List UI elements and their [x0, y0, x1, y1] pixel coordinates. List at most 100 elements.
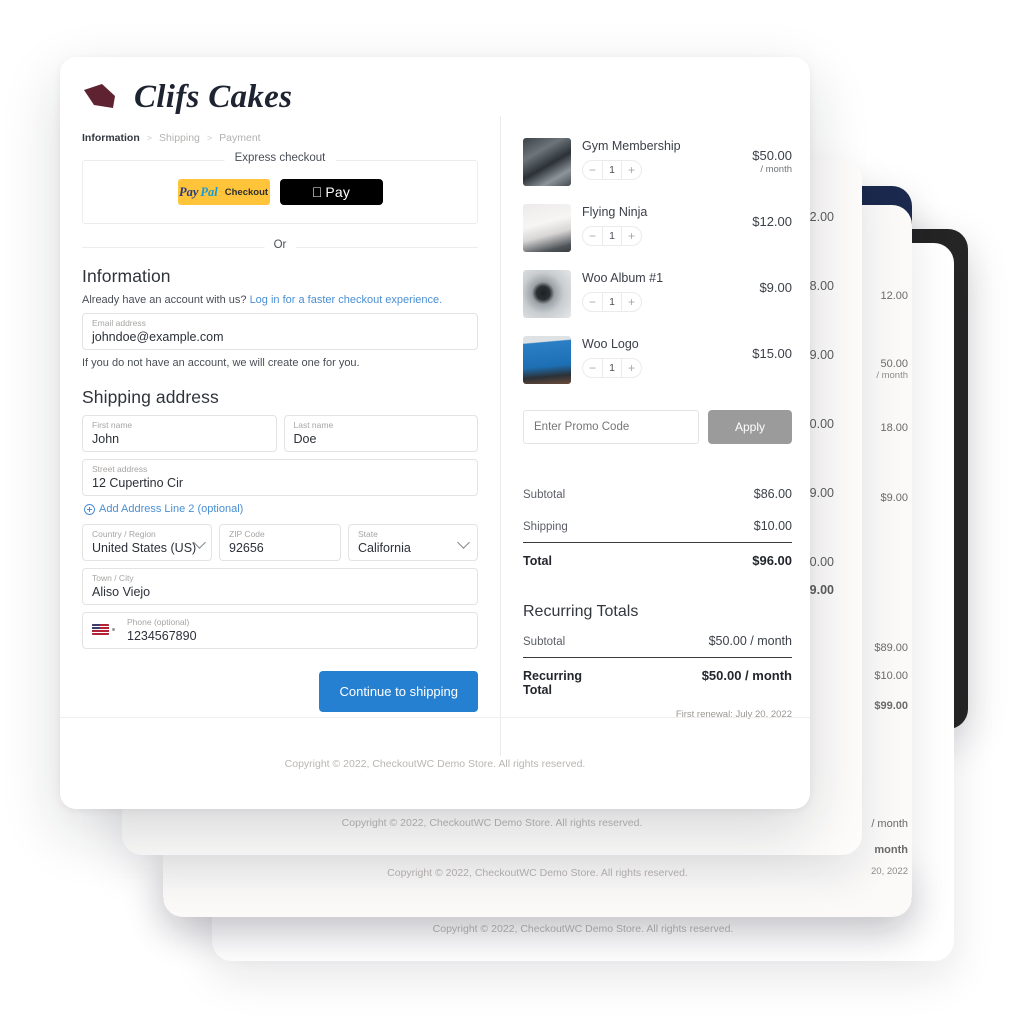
cart-item-name: Woo Album #1 — [582, 271, 664, 285]
cart-item-name: Flying Ninja — [582, 205, 648, 219]
recurring-total-value: $50.00 / month — [701, 668, 792, 683]
apply-promo-button[interactable]: Apply — [708, 410, 792, 444]
express-checkout-buttons: PayPal Checkout  Pay — [82, 160, 478, 224]
breadcrumb-information[interactable]: Information — [82, 132, 140, 144]
total-value: $96.00 — [752, 553, 792, 568]
continue-to-shipping-button[interactable]: Continue to shipping — [319, 671, 478, 712]
shipping-address-heading: Shipping address — [82, 387, 219, 407]
order-totals: Subtotal $86.00 Shipping $10.00 Total $9… — [523, 478, 792, 577]
cart-item-price: $9.00 — [734, 270, 792, 296]
phone-label: Phone (optional) — [127, 617, 190, 627]
brand-header: Clifs Cakes — [60, 57, 810, 116]
add-address-line-2-label: Add Address Line 2 (optional) — [99, 503, 244, 515]
paypal-checkout-text: Checkout — [224, 186, 269, 198]
blue-bottle-photo[interactable] — [523, 336, 571, 384]
quantity-stepper[interactable]: − 1 + — [582, 226, 642, 246]
state-select[interactable]: State California — [348, 524, 478, 561]
or-divider: Or — [82, 239, 478, 254]
recurring-totals: Subtotal $50.00 / month Recurring Total … — [523, 625, 792, 720]
zip-code-field[interactable]: ZIP Code 92656 — [219, 524, 341, 561]
express-checkout-section: Express checkout PayPal Checkout  Pay — [82, 152, 478, 224]
background-footer-3: Copyright © 2022, CheckoutWC Demo Store.… — [387, 867, 688, 879]
country-label: Country / Region — [92, 529, 156, 539]
quantity-increase-button[interactable]: + — [622, 293, 641, 311]
breadcrumb-payment[interactable]: Payment — [219, 132, 260, 144]
checkout-footer: Copyright © 2022, CheckoutWC Demo Store.… — [60, 717, 810, 809]
quantity-stepper[interactable]: − 1 + — [582, 358, 642, 378]
zip-code-label: ZIP Code — [229, 529, 265, 539]
quantity-increase-button[interactable]: + — [622, 359, 641, 377]
dropdown-dot-icon — [112, 628, 115, 631]
recurring-total-label: Recurring Total — [523, 669, 583, 697]
street-address-field[interactable]: Street address 12 Cupertino Cir — [82, 459, 478, 496]
total-row: Total $96.00 — [523, 542, 792, 577]
cart-item-name: Woo Logo — [582, 337, 639, 351]
quantity-stepper[interactable]: − 1 + — [582, 160, 642, 180]
paypal-pay-text: Pay — [178, 184, 199, 199]
quantity-decrease-button[interactable]: − — [583, 227, 602, 245]
city-value: Aliso Viejo — [92, 585, 151, 599]
gym-equipment-photo[interactable] — [523, 138, 571, 186]
checkout-form-column: Information > Shipping > Payment Express… — [60, 116, 500, 756]
cake-slice-logo-icon — [84, 83, 115, 108]
cart-item-info: Woo Logo − 1 + — [582, 336, 723, 378]
phone-field[interactable]: Phone (optional) 1234567890 — [82, 612, 478, 649]
background-footer-2: Copyright © 2022, CheckoutWC Demo Store.… — [341, 817, 643, 829]
background-footer-4: Copyright © 2022, CheckoutWC Demo Store.… — [432, 923, 734, 935]
breadcrumb-separator: > — [146, 133, 153, 143]
account-note: If you do not have an account, we will c… — [82, 357, 360, 369]
cart-item-name: Gym Membership — [582, 139, 681, 153]
country-select[interactable]: Country / Region United States (US) — [82, 524, 212, 561]
apple-logo-icon:  — [312, 185, 323, 199]
cart-item-amount: $50.00 — [752, 148, 792, 163]
quantity-stepper[interactable]: − 1 + — [582, 292, 642, 312]
street-address-value: 12 Cupertino Cir — [92, 476, 184, 490]
cart-item-amount: $15.00 — [752, 346, 792, 361]
city-label: Town / City — [92, 573, 134, 583]
cart-item: Flying Ninja − 1 + $12.00 — [523, 204, 792, 252]
or-divider-label: Or — [264, 239, 296, 251]
breadcrumb: Information > Shipping > Payment — [82, 116, 478, 154]
state-label: State — [358, 529, 378, 539]
quantity-decrease-button[interactable]: − — [583, 359, 602, 377]
us-flag-icon — [92, 624, 109, 635]
quantity-value: 1 — [602, 359, 622, 377]
promo-code-input[interactable] — [523, 410, 699, 444]
country-value: United States (US) — [92, 541, 197, 555]
cart-item-amount: $9.00 — [759, 280, 792, 295]
cart-item-info: Woo Album #1 − 1 + — [582, 270, 723, 312]
login-link[interactable]: Log in for a faster checkout experience. — [250, 294, 443, 306]
city-field[interactable]: Town / City Aliso Viejo — [82, 568, 478, 605]
breadcrumb-shipping[interactable]: Shipping — [159, 132, 200, 144]
quantity-increase-button[interactable]: + — [622, 227, 641, 245]
cart-item: Gym Membership − 1 + $50.00 / month — [523, 138, 792, 186]
shipping-label: Shipping — [523, 521, 568, 533]
quantity-value: 1 — [602, 293, 622, 311]
cart-item-info: Gym Membership − 1 + — [582, 138, 723, 180]
zip-code-value: 92656 — [229, 541, 264, 555]
total-label: Total — [523, 554, 552, 568]
country-code-selector[interactable] — [92, 624, 115, 635]
first-name-field[interactable]: First name John — [82, 415, 277, 452]
recurring-subtotal-row: Subtotal $50.00 / month — [523, 625, 792, 657]
cart-item: Woo Logo − 1 + $15.00 — [523, 336, 792, 384]
paypal-checkout-button[interactable]: Pay Pal Checkout — [177, 179, 270, 205]
recurring-total-row: Recurring Total $50.00 / month — [523, 657, 792, 706]
account-prompt: Already have an account with us? Log in … — [82, 294, 478, 306]
add-address-line-2-link[interactable]: Add Address Line 2 (optional) — [84, 503, 478, 515]
apple-pay-button[interactable]:  Pay — [279, 179, 383, 205]
continue-row: Continue to shipping — [82, 671, 478, 712]
last-name-field[interactable]: Last name Doe — [283, 415, 478, 452]
state-value: California — [358, 541, 411, 555]
footer-copyright: Copyright © 2022, CheckoutWC Demo Store.… — [284, 757, 586, 770]
quantity-decrease-button[interactable]: − — [583, 293, 602, 311]
email-field[interactable]: Email address johndoe@example.com — [82, 313, 478, 350]
quantity-increase-button[interactable]: + — [622, 161, 641, 179]
cart-item-period: / month — [760, 164, 792, 175]
checkout-columns: Information > Shipping > Payment Express… — [60, 116, 810, 756]
vinyl-record-photo[interactable] — [523, 270, 571, 318]
quantity-decrease-button[interactable]: − — [583, 161, 602, 179]
cart-item-price: $50.00 / month — [734, 138, 792, 175]
tshirt-photo[interactable] — [523, 204, 571, 252]
cart-item-info: Flying Ninja − 1 + — [582, 204, 723, 246]
